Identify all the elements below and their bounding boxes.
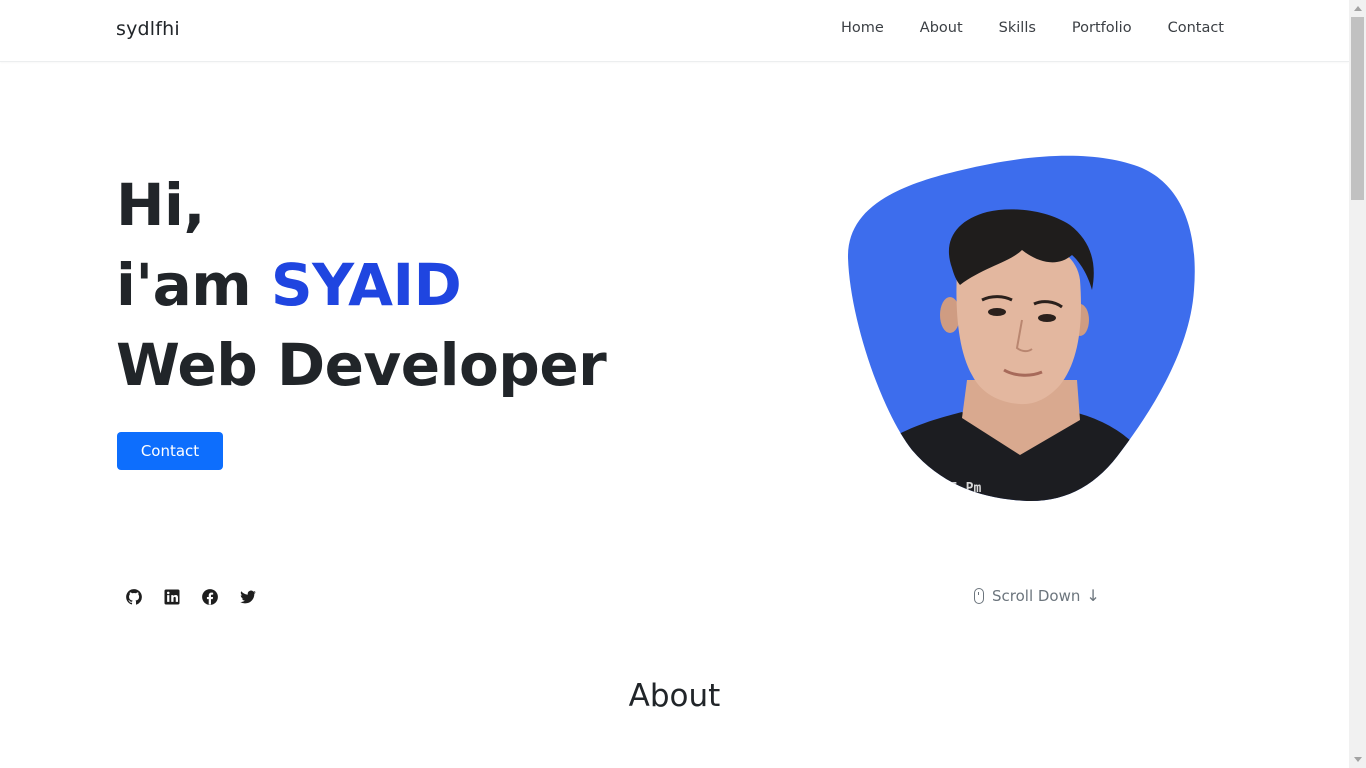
nav-link-about[interactable]: About [920,20,963,36]
mouse-icon [974,587,984,604]
arrow-down-icon: ↓ [1086,586,1100,605]
hero-intro: i'am SYAID [116,245,606,325]
hero-role: Web Developer [116,331,607,399]
nav-link-portfolio[interactable]: Portfolio [1072,20,1132,36]
twitter-icon[interactable] [238,587,258,607]
brand-logo[interactable]: sydlfhi [116,18,180,40]
navbar: sydlfhi Home About Skills Portfolio Cont… [0,0,1349,62]
scroll-down-arrow-icon[interactable] [1349,751,1366,768]
nav-link-contact[interactable]: Contact [1168,20,1224,36]
hero-heading: Hi, i'am SYAID Web Developer [116,165,607,405]
scroll-down-link[interactable]: Scroll Down ↓ [974,586,1100,605]
about-section-title: About [628,678,721,714]
facebook-icon[interactable] [200,587,220,607]
nav-menu: Home About Skills Portfolio Contact [841,20,1224,36]
github-icon[interactable] [124,587,144,607]
profile-photo: 5 Pm [842,150,1198,505]
hero-greeting: Hi, [116,171,205,239]
scroll-up-arrow-icon[interactable] [1349,0,1366,17]
scroll-down-label: Scroll Down [992,586,1081,605]
linkedin-icon[interactable] [162,587,182,607]
contact-button[interactable]: Contact [117,432,223,470]
hero-intro-prefix: i'am [116,251,271,319]
nav-link-skills[interactable]: Skills [999,20,1036,36]
scrollbar-thumb[interactable] [1351,17,1364,200]
nav-link-home[interactable]: Home [841,20,884,36]
social-links [124,587,276,607]
page-scrollbar[interactable] [1349,0,1366,768]
shirt-print-text: 5 Pm [950,481,981,496]
hero-name: SYAID [270,251,462,319]
